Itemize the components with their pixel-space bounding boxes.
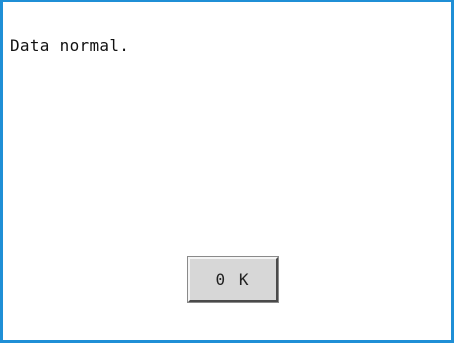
message-dialog: Data normal. 0 K bbox=[0, 0, 454, 343]
dialog-message: Data normal. bbox=[10, 36, 130, 55]
ok-button[interactable]: 0 K bbox=[187, 256, 279, 303]
